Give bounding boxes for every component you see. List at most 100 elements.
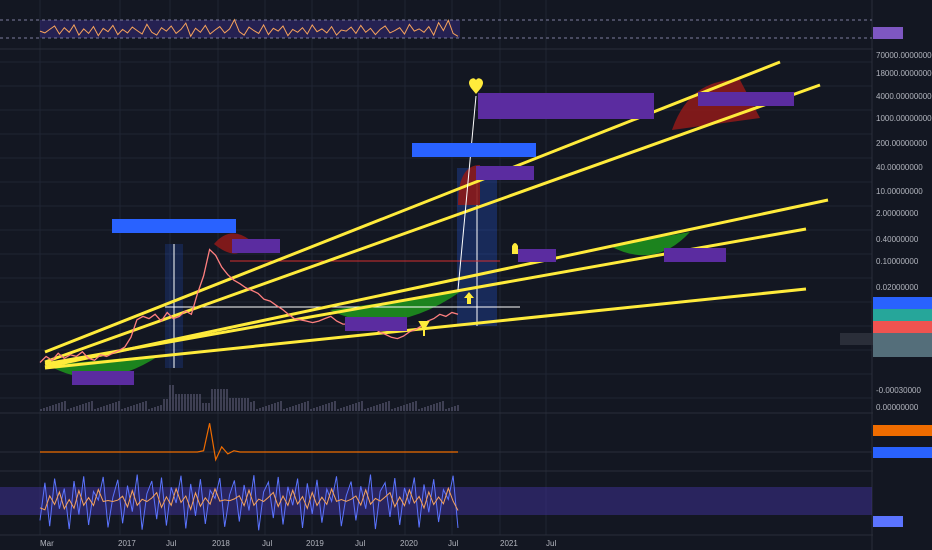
volume-bar (193, 394, 195, 411)
volume-bar (85, 403, 87, 411)
volume-bar (58, 403, 60, 411)
measure-2-label-bg (412, 143, 536, 157)
price-axis-tick: 2.00000000 (876, 209, 919, 218)
volume-bar (373, 406, 375, 411)
volume-bar (397, 407, 399, 411)
volume-bar (112, 403, 114, 411)
time-axis-tick: Jul (448, 539, 458, 548)
time-axis-tick: 2017 (118, 539, 136, 548)
volume-bar (79, 405, 81, 411)
volume-bar (148, 409, 150, 411)
volume-bar (277, 402, 279, 411)
price-axis-tick: 70000.00000000 (876, 51, 932, 60)
volume-bar (88, 402, 90, 411)
volume-bar (184, 394, 186, 411)
volume-bar (448, 408, 450, 411)
volume-bar (196, 394, 198, 411)
volume-bar (361, 401, 363, 411)
time-axis-tick: Jul (546, 539, 556, 548)
price-axis-tick: 0.10000000 (876, 257, 919, 266)
volume-bar (319, 406, 321, 411)
volume-bar (103, 406, 105, 411)
time-axis-tick: 2020 (400, 539, 418, 548)
volume-bar (451, 407, 453, 411)
price-axis-tick: 10.00000000 (876, 187, 923, 196)
volume-bar (328, 403, 330, 411)
volume-bar (295, 405, 297, 411)
symbol-value-bg (873, 333, 932, 345)
volume-bar (64, 401, 66, 411)
volume-bar (274, 403, 276, 411)
accumulation-2-label-bg (345, 317, 407, 331)
volume-bar (169, 385, 171, 411)
volume-bar (424, 407, 426, 411)
volume-bar (298, 404, 300, 411)
target-2-label-bg (476, 166, 534, 180)
volume-bar (97, 408, 99, 411)
volume-bar (46, 407, 48, 411)
right-axis-bg (873, 0, 932, 550)
volume-bar (388, 401, 390, 411)
volume-bar (157, 406, 159, 411)
volume-bar (445, 409, 447, 411)
clock-bg (873, 345, 932, 357)
volume-bar (313, 408, 315, 411)
rocket-icon (512, 243, 518, 254)
volume-bar (208, 403, 210, 411)
volume-bar (364, 409, 366, 411)
volume-bar (247, 398, 249, 411)
volume-bar (439, 402, 441, 411)
stoch-value-bg (873, 516, 903, 527)
volume-bar (94, 409, 96, 411)
price-badge-1 (873, 297, 932, 309)
volume-bar (316, 407, 318, 411)
volume-bar (418, 409, 420, 411)
volume-bar (166, 399, 168, 411)
volume-bar (61, 402, 63, 411)
volume-bar (121, 409, 123, 411)
time-axis-tick: 2021 (500, 539, 518, 548)
volume-bar (220, 389, 222, 411)
price-axis-tick: 4000.00000000 (876, 92, 932, 101)
volume-bar (343, 407, 345, 411)
volume-bar (223, 389, 225, 411)
target-3-label-bg (698, 92, 794, 106)
price-axis-tick: 200.00000000 (876, 139, 928, 148)
volume-bar (70, 408, 72, 411)
price-axis-tick: -0.00030000 (876, 386, 921, 395)
volume-bar (115, 402, 117, 411)
volume-bar (304, 402, 306, 411)
volume-bar (49, 406, 51, 411)
volume-bar (154, 407, 156, 411)
volume-bar (382, 403, 384, 411)
volume-bar (73, 407, 75, 411)
time-axis-tick: Mar (40, 539, 54, 548)
volume-bar (301, 403, 303, 411)
volume-bar (268, 405, 270, 411)
volume-bar (349, 405, 351, 411)
volume-bar (352, 404, 354, 411)
volume-bar (175, 394, 177, 411)
volume-bar (133, 405, 135, 411)
volume-bar (235, 398, 237, 411)
volume-bar (91, 401, 93, 411)
volume-bar (271, 404, 273, 411)
volume-bar (199, 394, 201, 411)
volume-bar (130, 406, 132, 411)
volume-bar (259, 408, 261, 411)
price-axis-tick: 18000.00000000 (876, 69, 932, 78)
volume-bar (427, 406, 429, 411)
volume-bar (202, 403, 204, 411)
volume-bar (286, 408, 288, 411)
volume-bar (100, 407, 102, 411)
volume-bar (403, 405, 405, 411)
volume-bar (118, 401, 120, 411)
ath-note-bg (478, 93, 654, 119)
time-axis-tick: 2019 (306, 539, 324, 548)
time-axis-tick: 2018 (212, 539, 230, 548)
volume-bar (355, 403, 357, 411)
volume-bar (256, 409, 258, 411)
volume-bar (76, 406, 78, 411)
volume-bar (127, 407, 129, 411)
volume-bar (457, 405, 459, 411)
